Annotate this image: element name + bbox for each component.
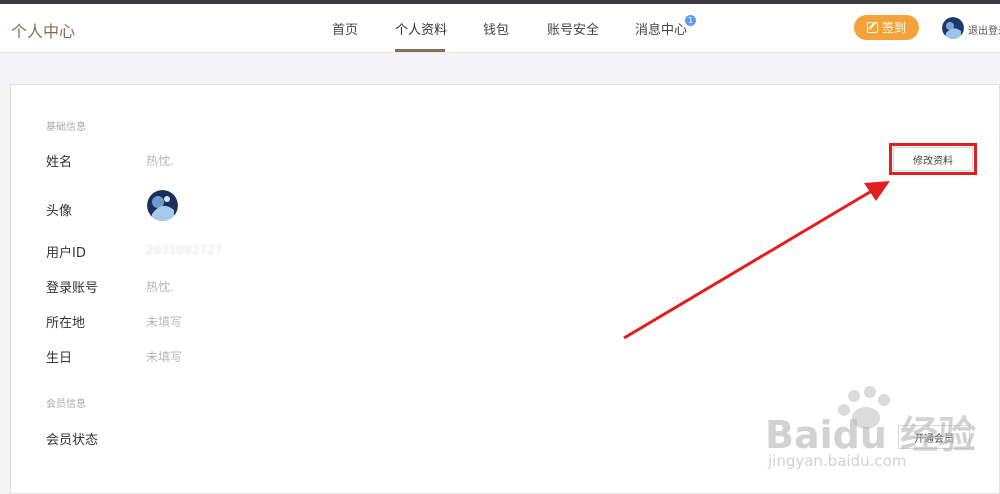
watermark-brand: Baidu 经验 bbox=[765, 413, 977, 457]
watermark-url: jingyan.baidu.com bbox=[768, 452, 907, 470]
